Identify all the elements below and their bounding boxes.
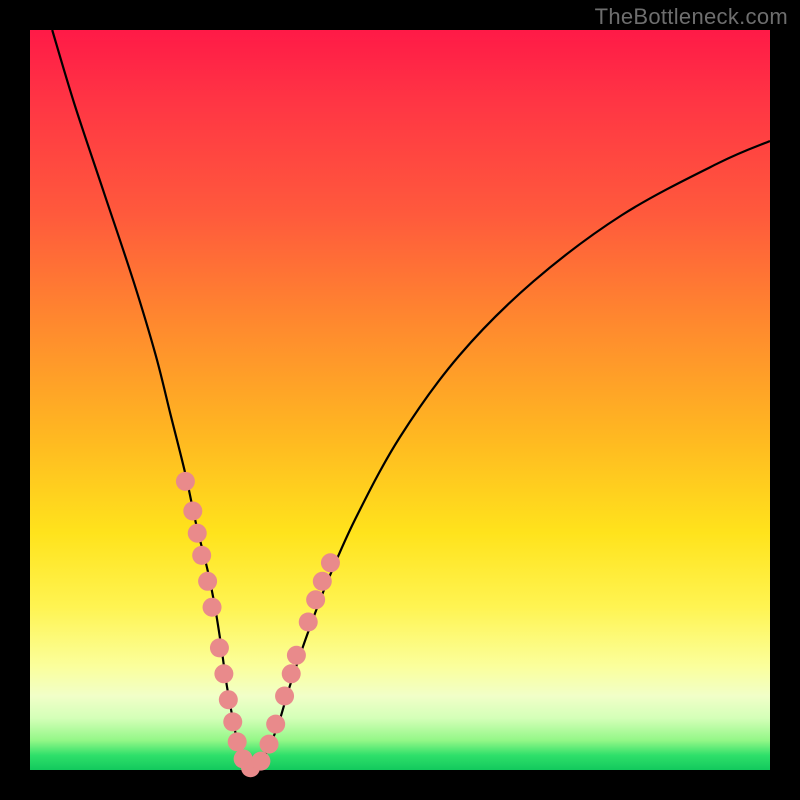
bottleneck-curve: [52, 30, 770, 770]
highlight-dot: [321, 553, 340, 572]
curve-svg: [30, 30, 770, 770]
highlight-dot: [299, 613, 318, 632]
highlight-dots-group: [176, 472, 340, 777]
highlight-dot: [198, 572, 217, 591]
highlight-dot: [313, 572, 332, 591]
highlight-dot: [282, 664, 301, 683]
highlight-dot: [176, 472, 195, 491]
highlight-dot: [223, 712, 242, 731]
highlight-dot: [287, 646, 306, 665]
plot-area: [30, 30, 770, 770]
highlight-dot: [266, 715, 285, 734]
highlight-dot: [192, 546, 211, 565]
highlight-dot: [214, 664, 233, 683]
highlight-dot: [251, 752, 270, 771]
highlight-dot: [188, 524, 207, 543]
highlight-dot: [183, 502, 202, 521]
highlight-dot: [228, 732, 247, 751]
highlight-dot: [306, 590, 325, 609]
highlight-dot: [260, 735, 279, 754]
highlight-dot: [203, 598, 222, 617]
watermark-text: TheBottleneck.com: [595, 4, 788, 30]
chart-frame: TheBottleneck.com: [0, 0, 800, 800]
highlight-dot: [275, 687, 294, 706]
highlight-dot: [210, 638, 229, 657]
highlight-dot: [219, 690, 238, 709]
